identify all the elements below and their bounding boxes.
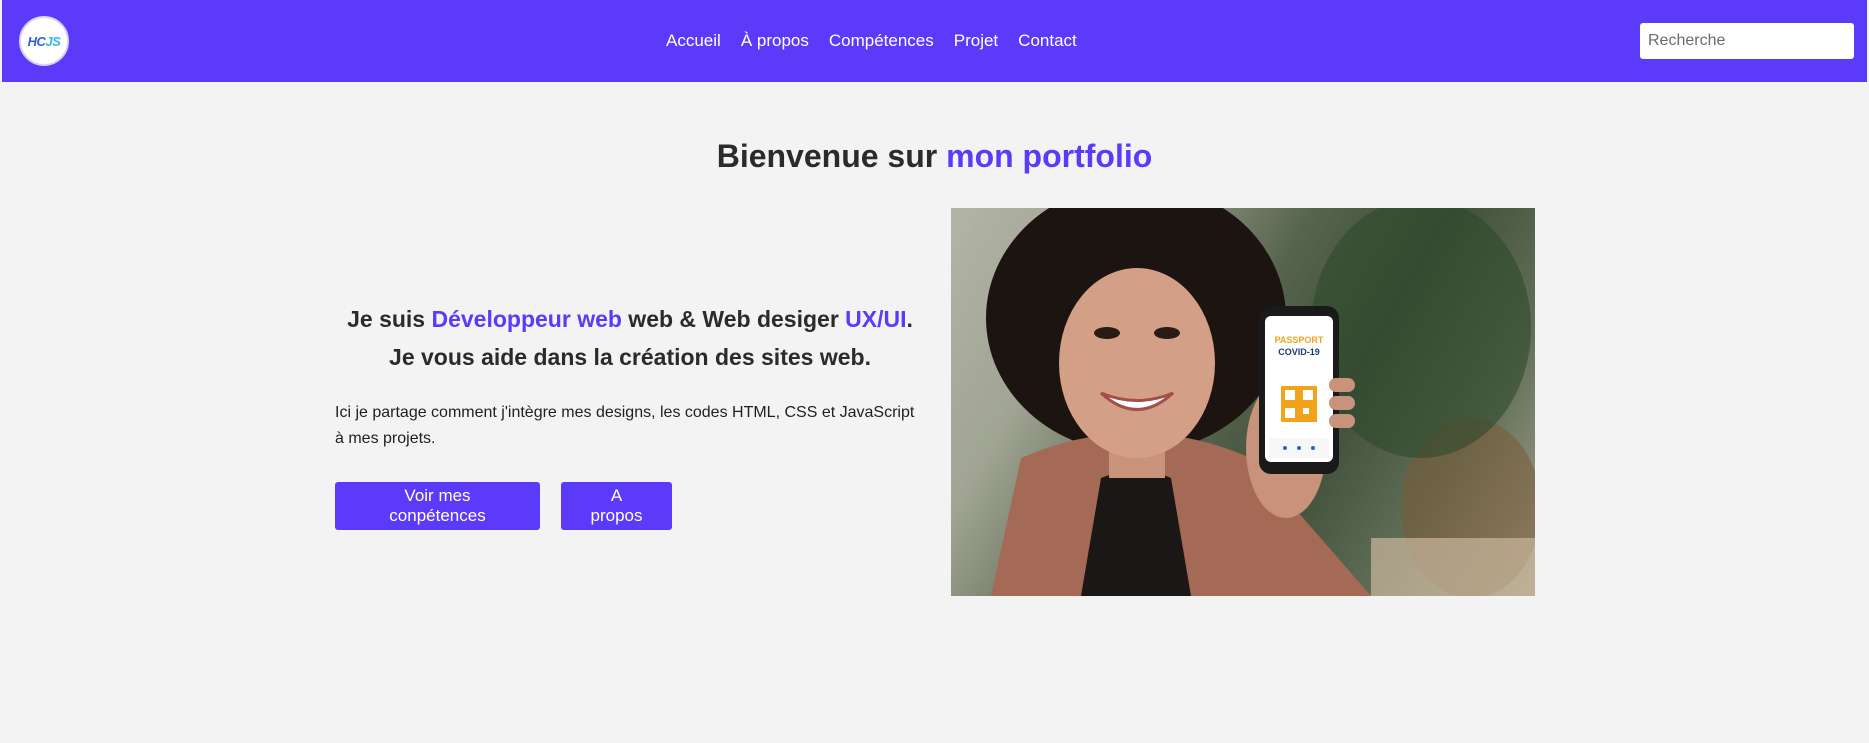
qr-code-icon xyxy=(1281,386,1317,422)
face xyxy=(1059,268,1215,458)
page-title-accent: mon portfolio xyxy=(946,138,1153,174)
logo-text-accent: JS xyxy=(45,33,61,49)
right-eye xyxy=(1154,327,1180,339)
page-title-prefix: Bienvenue sur xyxy=(716,138,947,174)
nav-link-competences[interactable]: Compétences xyxy=(829,31,934,51)
view-skills-button[interactable]: Voir mes conpétences xyxy=(335,482,540,530)
hero-heading-accent1: Développeur web xyxy=(431,306,622,332)
phone-dot-icon xyxy=(1297,446,1301,450)
nav-link-projet[interactable]: Projet xyxy=(954,31,998,51)
finger xyxy=(1329,396,1355,410)
phone-text-covid: COVID-19 xyxy=(1278,347,1320,357)
hero-heading: Je suis Développeur web web & Web desige… xyxy=(335,300,925,376)
hero-text: Je suis Développeur web web & Web desige… xyxy=(335,300,925,452)
nav-links: Accueil À propos Compétences Projet Cont… xyxy=(666,28,1077,54)
hero-buttons: Voir mes conpétences A propos xyxy=(335,482,672,530)
nav-link-a-propos[interactable]: À propos xyxy=(741,31,809,51)
phone-text-passport: PASSPORT xyxy=(1275,335,1324,345)
left-eye xyxy=(1094,327,1120,339)
hero-heading-accent2: UX/UI xyxy=(845,306,907,332)
hero-heading-part1: Je suis xyxy=(347,306,432,332)
page-title: Bienvenue sur mon portfolio xyxy=(0,138,1869,175)
logo[interactable]: HC JS xyxy=(19,16,69,66)
phone-dot-icon xyxy=(1311,446,1315,450)
background-table xyxy=(1371,538,1535,596)
search-input[interactable] xyxy=(1640,23,1854,59)
about-button[interactable]: A propos xyxy=(561,482,672,530)
hero-photo-illustration: PASSPORT COVID-19 xyxy=(951,208,1535,596)
hero-description: Ici je partage comment j'intègre mes des… xyxy=(335,404,915,447)
hero-heading-part2: web & Web desiger xyxy=(621,306,846,332)
nav-link-contact[interactable]: Contact xyxy=(1018,31,1077,51)
navbar: HC JS Accueil À propos Compétences Projet… xyxy=(2,0,1867,82)
logo-text: HC xyxy=(27,33,46,49)
finger xyxy=(1329,414,1355,428)
finger xyxy=(1329,378,1355,392)
hero-photo: PASSPORT COVID-19 xyxy=(951,208,1535,596)
phone-dot-icon xyxy=(1283,446,1287,450)
nav-link-accueil[interactable]: Accueil xyxy=(666,31,721,51)
